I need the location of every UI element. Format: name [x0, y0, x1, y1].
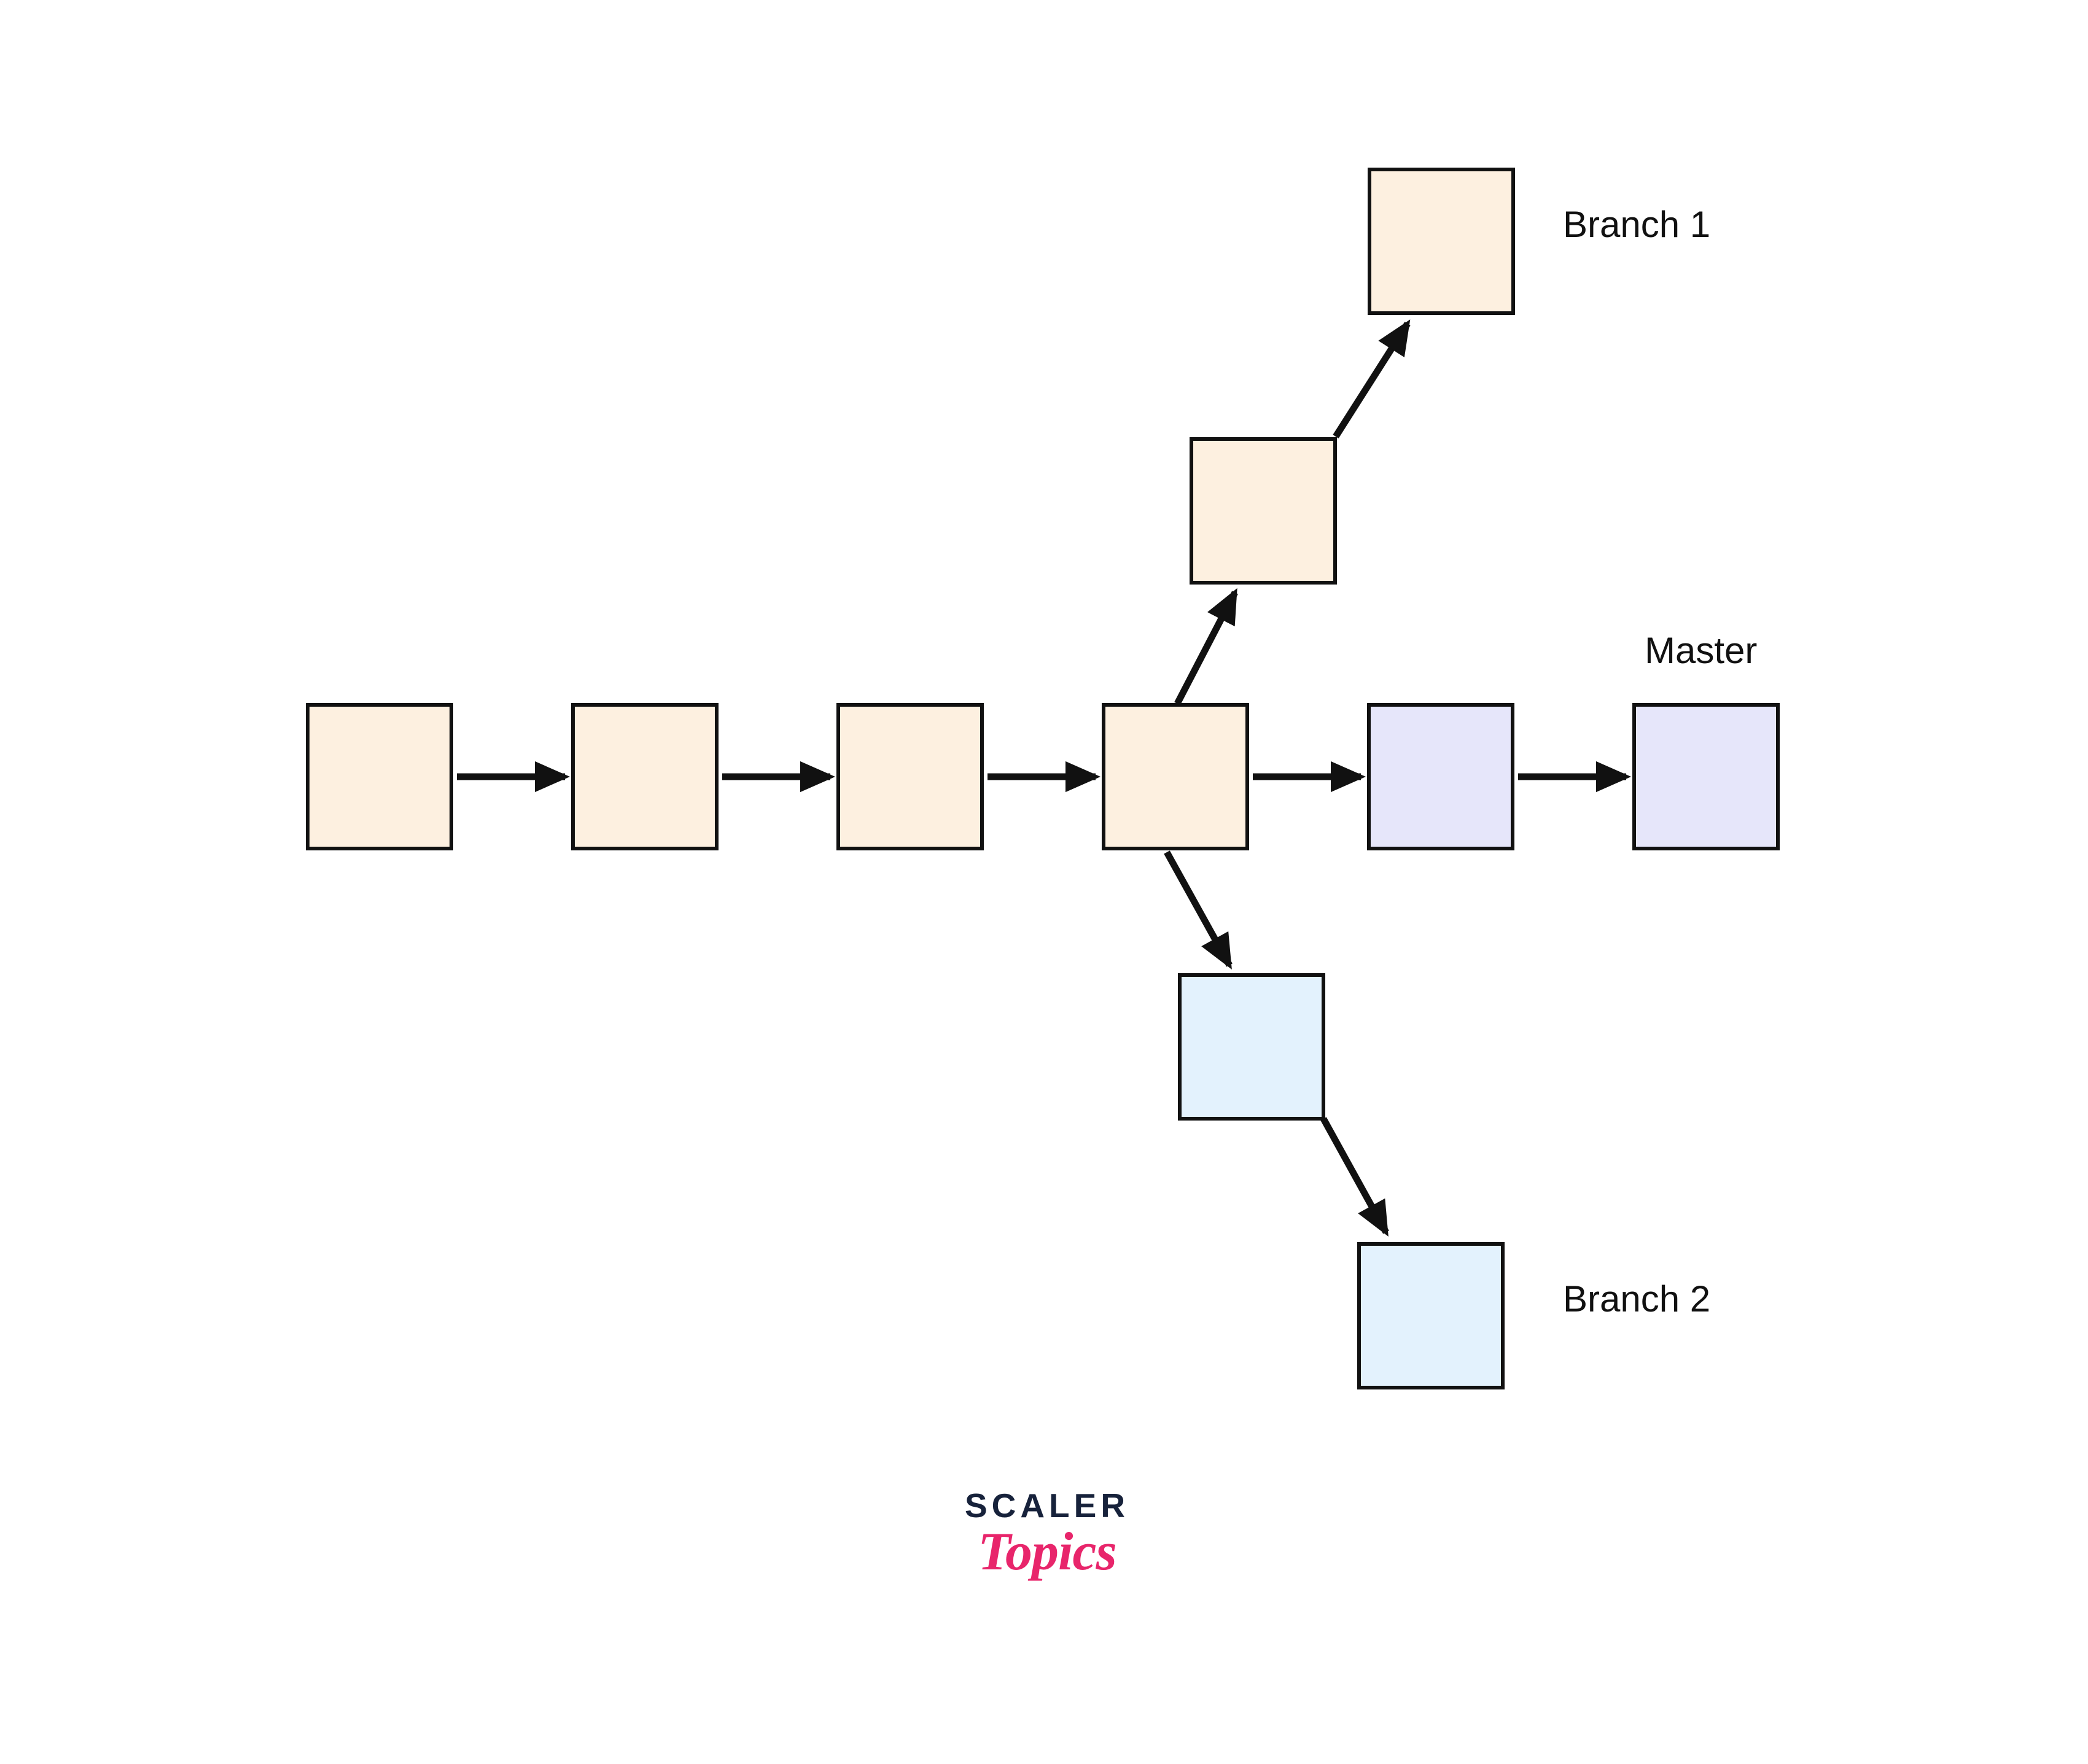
commit-box-branch1-head[interactable] — [1368, 168, 1515, 315]
edge-c4-b1a — [1174, 588, 1238, 705]
edge-b1a-b1b — [1333, 319, 1411, 438]
logo-wordmark-scaler: SCALER — [964, 1486, 1130, 1525]
label-branch-2: Branch 2 — [1563, 1278, 1711, 1319]
commit-box-master-head[interactable] — [1632, 703, 1780, 850]
label-branch-1: Branch 1 — [1563, 204, 1711, 245]
commit-box-trunk-1[interactable] — [306, 703, 453, 850]
commit-box-trunk-3[interactable] — [836, 703, 984, 850]
edge-c4-b2a — [1164, 850, 1233, 970]
commit-box-trunk-2[interactable] — [571, 703, 719, 850]
label-master: Master — [1645, 630, 1758, 671]
commit-box-branch2-head[interactable] — [1357, 1242, 1505, 1389]
scaler-topics-logo: SCALER Topics — [927, 1489, 1167, 1579]
commit-box-branch2-first[interactable] — [1178, 973, 1325, 1121]
commit-box-branch1-first[interactable] — [1190, 437, 1337, 585]
edge-b2a-b2b — [1320, 1117, 1389, 1237]
commit-box-master-1[interactable] — [1367, 703, 1514, 850]
logo-wordmark-topics: Topics — [978, 1522, 1116, 1582]
commit-box-trunk-junction[interactable] — [1102, 703, 1249, 850]
diagram-canvas: Branch 1 Master Branch 2 SCALER Topics — [0, 0, 2088, 1764]
